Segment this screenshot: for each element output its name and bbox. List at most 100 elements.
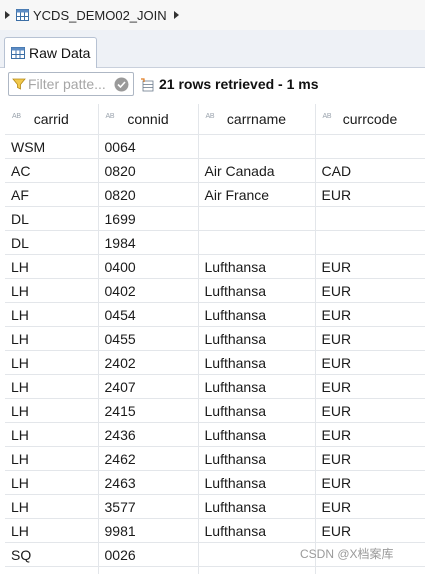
- cell-connid[interactable]: 2407: [98, 374, 199, 399]
- cell-connid[interactable]: 0026: [98, 542, 199, 567]
- cell-currcode[interactable]: EUR: [315, 278, 425, 303]
- cell-carrid[interactable]: SQ: [5, 542, 99, 567]
- cell-carrname[interactable]: Lufthansa: [198, 350, 316, 375]
- cell-carrname[interactable]: Lufthansa: [198, 494, 316, 519]
- chevron-right-icon[interactable]: [173, 11, 179, 19]
- cell-carrname[interactable]: Lufthansa: [198, 398, 316, 423]
- cell-carrid[interactable]: LH: [5, 350, 99, 375]
- table-row[interactable]: LH 0455 Lufthansa EUR: [5, 326, 425, 351]
- cell-connid[interactable]: 2462: [98, 446, 199, 471]
- cell-carrid[interactable]: LH: [5, 518, 99, 543]
- cell-carrid[interactable]: LH: [5, 422, 99, 447]
- table-row[interactable]: LH 2402 Lufthansa EUR: [5, 350, 425, 375]
- cell-connid[interactable]: 3577: [98, 494, 199, 519]
- cell-currcode[interactable]: [315, 230, 425, 255]
- cell-carrid[interactable]: LH: [5, 398, 99, 423]
- cell-connid[interactable]: 2402: [98, 350, 199, 375]
- cell-currcode[interactable]: EUR: [315, 446, 425, 471]
- table-row[interactable]: WSM 0064: [5, 134, 425, 159]
- table-row[interactable]: LH 0400 Lufthansa EUR: [5, 254, 425, 279]
- column-header-connid[interactable]: AB connid: [98, 104, 199, 135]
- cell-carrname[interactable]: Lufthansa: [198, 374, 316, 399]
- cell-connid[interactable]: 2415: [98, 398, 199, 423]
- cell-connid[interactable]: 0820: [98, 182, 199, 207]
- cell-currcode[interactable]: EUR: [315, 254, 425, 279]
- table-row[interactable]: LH 2415 Lufthansa EUR: [5, 398, 425, 423]
- cell-currcode[interactable]: EUR: [315, 350, 425, 375]
- cell-connid[interactable]: 2463: [98, 470, 199, 495]
- cell-carrid[interactable]: LH: [5, 494, 99, 519]
- cell-connid[interactable]: 0820: [98, 158, 199, 183]
- breadcrumb-object-name[interactable]: YCDS_DEMO02_JOIN: [33, 8, 167, 23]
- cell-carrid[interactable]: LH: [5, 446, 99, 471]
- column-header-carrname[interactable]: AB carrname: [198, 104, 316, 135]
- table-row[interactable]: LH 0402 Lufthansa EUR: [5, 278, 425, 303]
- filter-input[interactable]: [26, 76, 112, 92]
- cell-carrname[interactable]: Lufthansa: [198, 326, 316, 351]
- cell-connid[interactable]: 0400: [98, 254, 199, 279]
- cell-currcode[interactable]: EUR: [315, 494, 425, 519]
- cell-carrid[interactable]: UA: [5, 566, 99, 574]
- table-row[interactable]: DL 1984: [5, 230, 425, 255]
- cell-currcode[interactable]: EUR: [315, 374, 425, 399]
- cell-connid[interactable]: 0402: [98, 278, 199, 303]
- cell-carrid[interactable]: LH: [5, 278, 99, 303]
- cell-carrname[interactable]: Air France: [198, 182, 316, 207]
- cell-currcode[interactable]: [315, 566, 425, 574]
- cell-carrname[interactable]: Lufthansa: [198, 302, 316, 327]
- cell-connid[interactable]: 9981: [98, 518, 199, 543]
- table-row[interactable]: LH 2463 Lufthansa EUR: [5, 470, 425, 495]
- cell-carrid[interactable]: LH: [5, 302, 99, 327]
- cell-carrid[interactable]: LH: [5, 326, 99, 351]
- cell-carrid[interactable]: AF: [5, 182, 99, 207]
- column-header-carrid[interactable]: AB carrid: [5, 104, 99, 135]
- cell-carrid[interactable]: WSM: [5, 134, 99, 159]
- cell-currcode[interactable]: EUR: [315, 470, 425, 495]
- cell-carrname[interactable]: [198, 542, 316, 567]
- cell-connid[interactable]: 2436: [98, 422, 199, 447]
- table-row[interactable]: LH 2407 Lufthansa EUR: [5, 374, 425, 399]
- cell-connid[interactable]: 1699: [98, 206, 199, 231]
- cell-currcode[interactable]: EUR: [315, 398, 425, 423]
- cell-currcode[interactable]: EUR: [315, 302, 425, 327]
- cell-connid[interactable]: 0064: [98, 134, 199, 159]
- cell-currcode[interactable]: EUR: [315, 326, 425, 351]
- cell-carrname[interactable]: [198, 134, 316, 159]
- cell-currcode[interactable]: EUR: [315, 182, 425, 207]
- cell-carrid[interactable]: AC: [5, 158, 99, 183]
- table-row[interactable]: DL 1699: [5, 206, 425, 231]
- cell-carrid[interactable]: DL: [5, 206, 99, 231]
- cell-connid[interactable]: 0007: [98, 566, 199, 574]
- table-row[interactable]: LH 0454 Lufthansa EUR: [5, 302, 425, 327]
- clear-filter-icon[interactable]: [114, 77, 129, 92]
- table-row[interactable]: LH 3577 Lufthansa EUR: [5, 494, 425, 519]
- cell-carrid[interactable]: DL: [5, 230, 99, 255]
- tab-raw-data[interactable]: Raw Data: [4, 37, 97, 68]
- cell-carrid[interactable]: LH: [5, 254, 99, 279]
- cell-carrid[interactable]: LH: [5, 470, 99, 495]
- cell-currcode[interactable]: [315, 206, 425, 231]
- table-row[interactable]: LH 2462 Lufthansa EUR: [5, 446, 425, 471]
- cell-carrname[interactable]: Air Canada: [198, 158, 316, 183]
- cell-carrname[interactable]: Lufthansa: [198, 422, 316, 447]
- cell-currcode[interactable]: EUR: [315, 422, 425, 447]
- table-row[interactable]: UA0007: [5, 566, 425, 574]
- column-header-currcode[interactable]: AB currcode: [315, 104, 425, 135]
- chevron-right-icon[interactable]: [5, 11, 10, 19]
- cell-carrname[interactable]: Lufthansa: [198, 278, 316, 303]
- cell-carrname[interactable]: Lufthansa: [198, 470, 316, 495]
- cell-carrname[interactable]: Lufthansa: [198, 254, 316, 279]
- cell-connid[interactable]: 1984: [98, 230, 199, 255]
- table-row[interactable]: LH 9981 Lufthansa EUR: [5, 518, 425, 543]
- filter-box[interactable]: [8, 72, 134, 96]
- table-row[interactable]: LH 2436 Lufthansa EUR: [5, 422, 425, 447]
- cell-carrname[interactable]: [198, 566, 316, 574]
- cell-carrname[interactable]: Lufthansa: [198, 446, 316, 471]
- cell-currcode[interactable]: CAD: [315, 158, 425, 183]
- cell-currcode[interactable]: EUR: [315, 518, 425, 543]
- table-row[interactable]: AC 0820 Air Canada CAD: [5, 158, 425, 183]
- cell-carrname[interactable]: Lufthansa: [198, 518, 316, 543]
- cell-connid[interactable]: 0455: [98, 326, 199, 351]
- table-row[interactable]: AF 0820 Air France EUR: [5, 182, 425, 207]
- cell-carrname[interactable]: [198, 230, 316, 255]
